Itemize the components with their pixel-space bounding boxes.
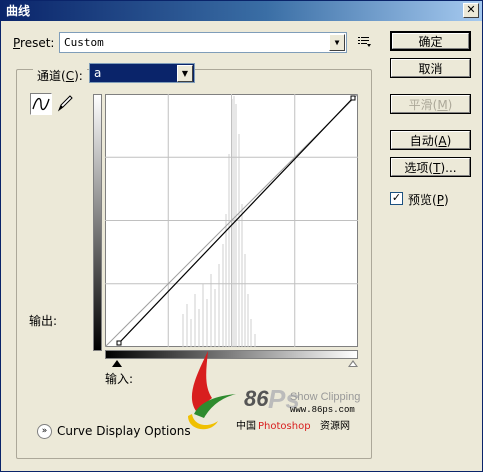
curves-dialog: 曲线 ✕ Preset: Custom ▼ 通道(C): a ▼ 输出: 输入:…: [0, 0, 483, 472]
smooth-button[interactable]: 平滑(M): [390, 94, 471, 114]
curve-graph[interactable]: [105, 94, 358, 347]
preset-label-key: P: [13, 36, 21, 50]
cancel-button-label: 取消: [391, 59, 470, 77]
options-text: 选项(: [404, 161, 434, 175]
channel-select[interactable]: a ▼: [89, 63, 195, 83]
preset-label-rest: reset:: [20, 36, 55, 50]
watermark-cn-a: 中国: [236, 419, 256, 432]
smooth-text: 平滑(: [408, 98, 438, 112]
curve-point-black[interactable]: [116, 340, 122, 346]
watermark-brand: 86: [244, 386, 269, 411]
output-label: 输出:: [29, 314, 58, 328]
smooth-key: M: [437, 98, 448, 112]
list-menu-icon: [358, 37, 371, 47]
preview-text: 预览(: [408, 193, 437, 207]
preview-key: P: [436, 193, 444, 207]
preset-select[interactable]: Custom ▼: [59, 32, 347, 53]
channel-label-key: C: [65, 69, 75, 83]
watermark-url: www.86ps.com: [290, 405, 355, 415]
options-button-label: 选项(T)...: [391, 158, 470, 176]
cancel-button[interactable]: 取消: [390, 58, 471, 78]
ok-button[interactable]: 确定: [390, 31, 471, 51]
auto-button-label: 自动(A): [391, 131, 470, 149]
channel-value: a: [94, 66, 102, 80]
preset-label: Preset:: [13, 36, 54, 50]
auto-end: ): [446, 134, 452, 148]
ok-button-label: 确定: [392, 33, 469, 49]
auto-button[interactable]: 自动(A): [390, 130, 471, 150]
preset-menu-icon[interactable]: [358, 36, 372, 48]
curve-tool-button[interactable]: [30, 93, 52, 115]
curve-display-label[interactable]: Curve Display Options: [57, 424, 191, 438]
channel-dropdown-button[interactable]: ▼: [177, 65, 193, 82]
smooth-button-label: 平滑(M): [391, 95, 470, 113]
curve-tool-icon: [32, 97, 50, 111]
watermark-cn-b: Photoshop: [258, 421, 311, 432]
channel-label-end: ):: [74, 69, 83, 83]
preset-dropdown-button[interactable]: ▼: [329, 34, 345, 51]
curve-point-white[interactable]: [350, 95, 356, 101]
pencil-tool-button[interactable]: [55, 93, 77, 115]
channel-label-text: 通道(: [37, 69, 66, 83]
smooth-end: ): [447, 98, 453, 112]
close-button[interactable]: ✕: [463, 3, 479, 18]
preset-value: Custom: [64, 36, 104, 49]
preview-checkbox[interactable]: ✓: [390, 192, 403, 205]
window-title: 曲线: [6, 4, 31, 18]
options-end: )...: [440, 161, 457, 175]
black-point-slider[interactable]: [112, 360, 122, 367]
input-label: 输入:: [105, 372, 134, 386]
watermark-cn-c: 资源网: [320, 419, 350, 432]
output-gradient-bar: [93, 94, 102, 351]
watermark-tagline: Show Clipping: [290, 391, 360, 403]
watermark-logo: 86 Ps Show Clipping www.86ps.com 中国 Phot…: [188, 351, 360, 432]
options-button[interactable]: 选项(T)...: [390, 157, 471, 177]
pencil-tool-icon: [57, 95, 73, 112]
title-bar: 曲线 ✕: [1, 1, 482, 21]
auto-text: 自动(: [409, 134, 439, 148]
preview-label[interactable]: 预览(P): [408, 191, 449, 208]
auto-key: A: [438, 134, 447, 148]
curve-display-expander[interactable]: »: [37, 424, 52, 439]
preview-end: ): [443, 193, 449, 207]
channel-label: 通道(C):: [33, 67, 87, 84]
